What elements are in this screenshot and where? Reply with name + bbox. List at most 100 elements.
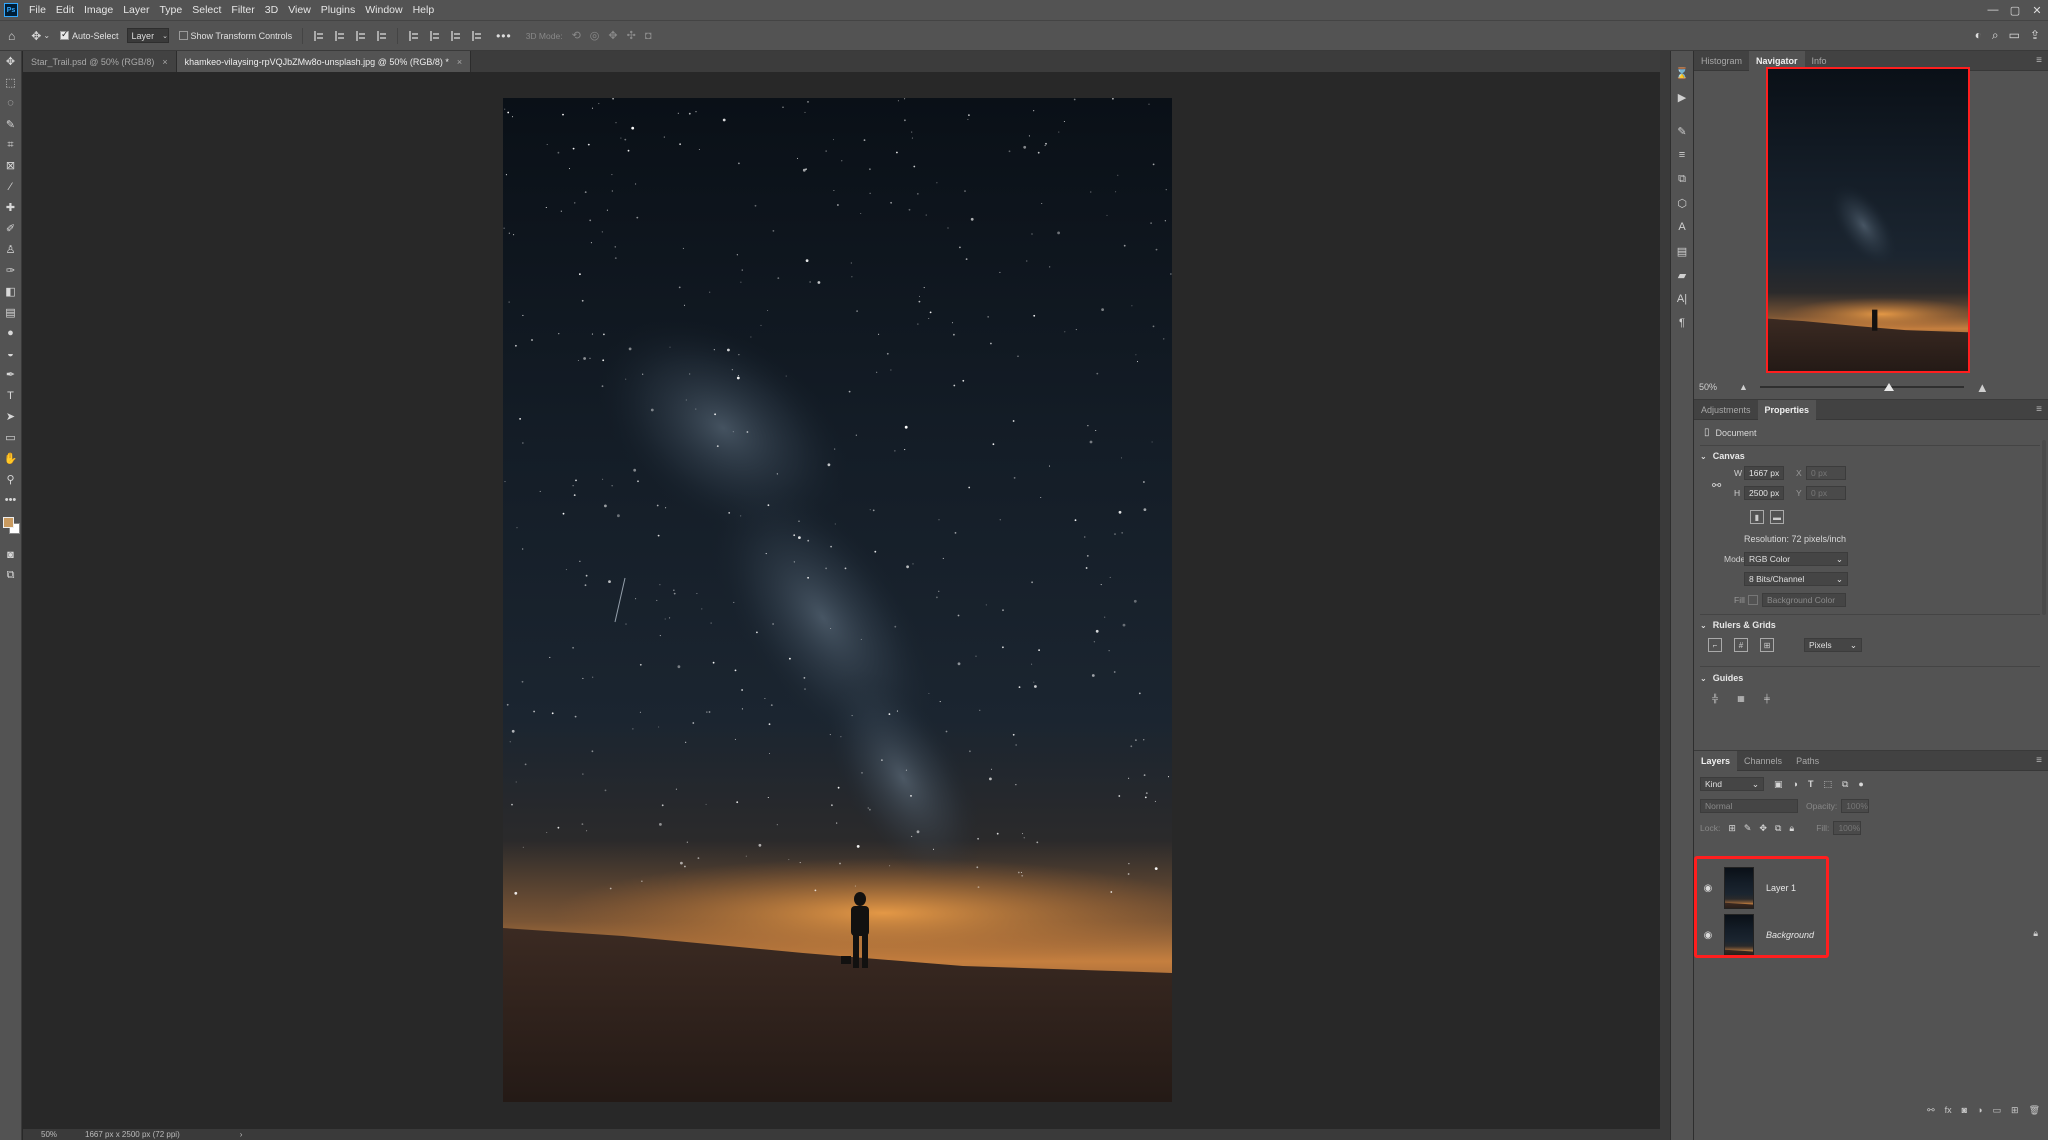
gradient-tool-icon[interactable]: ▤ [0, 302, 21, 323]
guides-section-header[interactable]: ⌄ Guides [1700, 673, 1743, 683]
landscape-orientation-icon[interactable]: ▬ [1770, 510, 1784, 524]
tab-adjustments[interactable]: Adjustments [1694, 400, 1758, 420]
fill-opacity-field[interactable]: 100% [1833, 821, 1862, 835]
align-top-edges-icon[interactable] [409, 30, 419, 41]
menu-view[interactable]: View [283, 0, 316, 20]
healing-brush-tool-icon[interactable]: ✚ [0, 197, 21, 218]
navigator-zoom-value[interactable]: 50% [1699, 382, 1739, 392]
history-icon[interactable]: ⌛ [1671, 61, 1693, 85]
lock-pixels-icon[interactable]: ✎ [1744, 823, 1752, 834]
layer-row-layer-1[interactable]: ◉ Layer 1 [1698, 864, 2028, 912]
eye-icon[interactable]: ◉ [1698, 930, 1718, 941]
home-icon[interactable]: ⌂ [8, 29, 15, 43]
close-window-button[interactable]: ✕ [2026, 0, 2048, 20]
rectangle-tool-icon[interactable]: ▭ [0, 427, 21, 448]
move-tool-preset-icon[interactable]: ✥ [31, 29, 41, 43]
zoom-tool-icon[interactable]: ⚲ [0, 469, 21, 490]
auto-select-dropdown[interactable]: Layer ⌄ [126, 28, 169, 43]
marquee-tool-icon[interactable]: ⬚ [0, 72, 21, 93]
status-zoom[interactable]: 50% [41, 1130, 57, 1139]
guide-from-shape-icon[interactable]: ╪ [1760, 691, 1774, 705]
3d-cube-icon[interactable]: ⬡ [1671, 191, 1693, 215]
minimize-button[interactable]: — [1982, 0, 2004, 20]
rulers-icon[interactable]: ⌐ [1708, 638, 1722, 652]
3d-slide-icon[interactable]: ✣ [627, 29, 636, 42]
rulers-section-header[interactable]: ⌄ Rulers & Grids [1700, 620, 1776, 630]
chevron-down-icon[interactable]: ⌄ [43, 31, 50, 40]
quick-mask-icon[interactable]: ◙ [0, 545, 21, 566]
blend-mode-dropdown[interactable]: Normal [1700, 799, 1798, 813]
new-layer-icon[interactable]: ⊞ [2011, 1105, 2019, 1116]
menu-select[interactable]: Select [187, 0, 226, 20]
filter-shape-icon[interactable]: ⬚ [1823, 779, 1832, 790]
menu-plugins[interactable]: Plugins [316, 0, 360, 20]
frame-tool-icon[interactable]: ⊠ [0, 155, 21, 176]
eyedropper-tool-icon[interactable]: ⁄ [0, 176, 21, 197]
navigator-zoom-slider[interactable] [1759, 382, 1964, 392]
tab-layers[interactable]: Layers [1694, 750, 1738, 771]
search-icon[interactable]: ⌕ [1992, 28, 1999, 43]
canvas-section-header[interactable]: ⌄ Canvas [1700, 451, 1745, 461]
tab-khamkeo-photo[interactable]: khamkeo-vilaysing-rpVQJbZMw8o-unsplash.j… [176, 51, 472, 72]
tab-histogram[interactable]: Histogram [1694, 51, 1749, 71]
align-bottom-edges-icon[interactable] [451, 30, 461, 41]
align-horizontal-centers-icon[interactable] [335, 30, 345, 41]
pixel-grid-icon[interactable]: ⊞ [1760, 638, 1774, 652]
clone-stamp-tool-icon[interactable]: ♙ [0, 239, 21, 260]
actions-play-icon[interactable]: ▶ [1671, 85, 1693, 109]
history-brush-tool-icon[interactable]: ✑ [0, 260, 21, 281]
bit-depth-dropdown[interactable]: 8 Bits/Channel ⌄ [1744, 572, 1848, 586]
grid-icon[interactable]: # [1734, 638, 1748, 652]
workspace-icon[interactable]: ▭ [2009, 28, 2020, 43]
canvas-area[interactable] [23, 72, 1660, 1129]
filter-adjustment-icon[interactable]: ◑ [1793, 779, 1798, 789]
path-selection-tool-icon[interactable]: ➤ [0, 406, 21, 427]
menu-type[interactable]: Type [154, 0, 187, 20]
lock-artboard-icon[interactable]: ⧉ [1775, 823, 1781, 834]
units-dropdown[interactable]: Pixels ⌄ [1804, 638, 1862, 652]
maximize-button[interactable]: ▢ [2004, 0, 2026, 20]
menu-edit[interactable]: Edit [51, 0, 79, 20]
menu-layer[interactable]: Layer [118, 0, 154, 20]
panel-menu-icon[interactable]: ≡ [2036, 404, 2042, 415]
paragraph-icon[interactable]: ¶ [1671, 311, 1693, 335]
edit-toolbar-icon[interactable]: ••• [0, 490, 21, 511]
3d-pan-icon[interactable]: ✥ [608, 29, 617, 42]
opacity-field[interactable]: 100% [1841, 799, 1870, 813]
share-account-icon[interactable]: ◐ [1975, 28, 1982, 43]
distribute-vertical-icon[interactable] [377, 30, 387, 41]
close-icon[interactable]: × [162, 57, 167, 67]
tab-star-trail[interactable]: Star_Trail.psd @ 50% (RGB/8) × [23, 51, 177, 72]
link-icon[interactable]: ⚯ [1927, 1105, 1935, 1116]
navigator-preview[interactable] [1766, 67, 1970, 373]
document-image[interactable] [503, 98, 1172, 1102]
menu-3d[interactable]: 3D [260, 0, 283, 20]
3d-camera-icon[interactable]: ◘ [645, 30, 652, 42]
swatches-icon[interactable]: ▤ [1671, 239, 1693, 263]
menu-filter[interactable]: Filter [226, 0, 259, 20]
trash-icon[interactable]: 🗑︎ [2029, 1105, 2040, 1116]
zoom-slider-thumb[interactable] [1883, 383, 1894, 391]
close-icon[interactable]: × [457, 57, 462, 67]
transform-controls-checkbox[interactable] [178, 31, 188, 40]
group-icon[interactable]: ▭ [1993, 1105, 2002, 1116]
tab-paths[interactable]: Paths [1789, 751, 1826, 771]
eye-icon[interactable]: ◉ [1698, 883, 1718, 894]
tab-properties[interactable]: Properties [1757, 399, 1817, 420]
lasso-tool-icon[interactable]: ◌ [0, 93, 21, 114]
brush-tool-icon[interactable]: ✐ [0, 218, 21, 239]
crop-tool-icon[interactable]: ⌗ [0, 135, 21, 156]
x-field[interactable]: 0 px [1806, 466, 1846, 480]
layer-name[interactable]: Background [1766, 930, 1814, 940]
menu-file[interactable]: File [24, 0, 51, 20]
quick-selection-tool-icon[interactable]: ✎ [0, 114, 21, 135]
filter-type-icon[interactable]: T [1808, 779, 1814, 789]
adjustment-icon[interactable]: ◑ [1977, 1105, 1982, 1115]
menu-window[interactable]: Window [360, 0, 407, 20]
lock-all-icon[interactable]: 🔒︎ [1789, 823, 1794, 834]
portrait-orientation-icon[interactable]: ▮ [1750, 510, 1764, 524]
align-left-edges-icon[interactable] [314, 30, 324, 41]
filter-toggle-icon[interactable]: ● [1858, 779, 1863, 789]
character-style-icon[interactable]: A| [1671, 287, 1693, 311]
lock-transparent-icon[interactable]: ⊞ [1728, 823, 1736, 834]
